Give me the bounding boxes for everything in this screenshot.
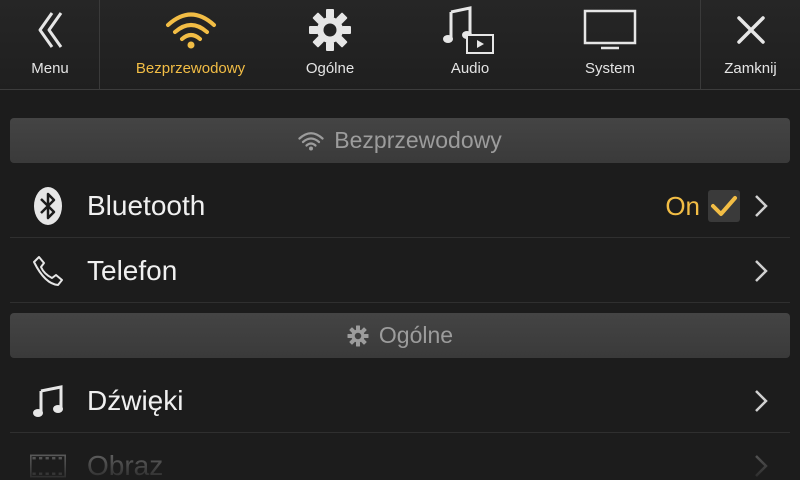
tab-bezprzewodowy[interactable]: Bezprzewodowy [118, 0, 263, 90]
section-header-bezprzewodowy: Bezprzewodowy [10, 118, 790, 163]
status-value: On [665, 191, 700, 221]
list-item-bluetooth[interactable]: Bluetooth On [10, 174, 790, 238]
top-navigation-bar: Menu Bezprzewodowy Ogólne Audio System Z… [0, 0, 800, 90]
menu-button[interactable]: Menu [0, 0, 100, 90]
close-icon [736, 16, 765, 44]
chevron-right-icon [755, 390, 768, 412]
phone-icon [33, 256, 63, 286]
item-label: Dźwięki [87, 385, 184, 416]
item-label: Obraz [87, 450, 164, 480]
item-label: Telefon [87, 255, 178, 286]
tab-label: Audio [450, 60, 490, 77]
list-item-telefon[interactable]: Telefon [10, 239, 790, 303]
menu-label: Menu [31, 60, 69, 77]
tab-label: Ogólne [305, 60, 355, 77]
section-header-ogolne: Ogólne [10, 313, 790, 358]
section-title: Bezprzewodowy [334, 127, 502, 153]
tab-label: Bezprzewodowy [135, 60, 246, 77]
item-label: Bluetooth [87, 190, 206, 221]
music-video-icon [443, 6, 494, 54]
tab-system[interactable]: System [560, 0, 660, 90]
monitor-icon [583, 9, 637, 50]
chevron-right-icon [755, 455, 768, 477]
section-title: Ogólne [378, 322, 454, 348]
wifi-icon [165, 12, 216, 49]
list-item-obraz[interactable]: Obraz [10, 434, 790, 480]
wifi-icon [298, 131, 324, 150]
close-label: Zamknij [724, 60, 777, 77]
film-icon [30, 454, 66, 478]
checkmark-icon [711, 196, 737, 216]
chevron-right-icon [755, 195, 768, 217]
bluetooth-icon [34, 187, 62, 225]
chevron-right-icon [755, 260, 768, 282]
double-chevron-left-icon [38, 12, 63, 48]
enabled-checkbox[interactable] [708, 190, 740, 222]
tab-label: System [584, 60, 635, 77]
divider [99, 0, 100, 90]
tab-ogolne[interactable]: Ogólne [280, 0, 380, 90]
gear-icon [347, 325, 369, 346]
list-item-dzwieki[interactable]: Dźwięki [10, 369, 790, 433]
tab-audio[interactable]: Audio [420, 0, 520, 90]
music-note-icon [33, 385, 63, 417]
close-button[interactable]: Zamknij [701, 0, 800, 90]
gear-icon [309, 9, 351, 51]
